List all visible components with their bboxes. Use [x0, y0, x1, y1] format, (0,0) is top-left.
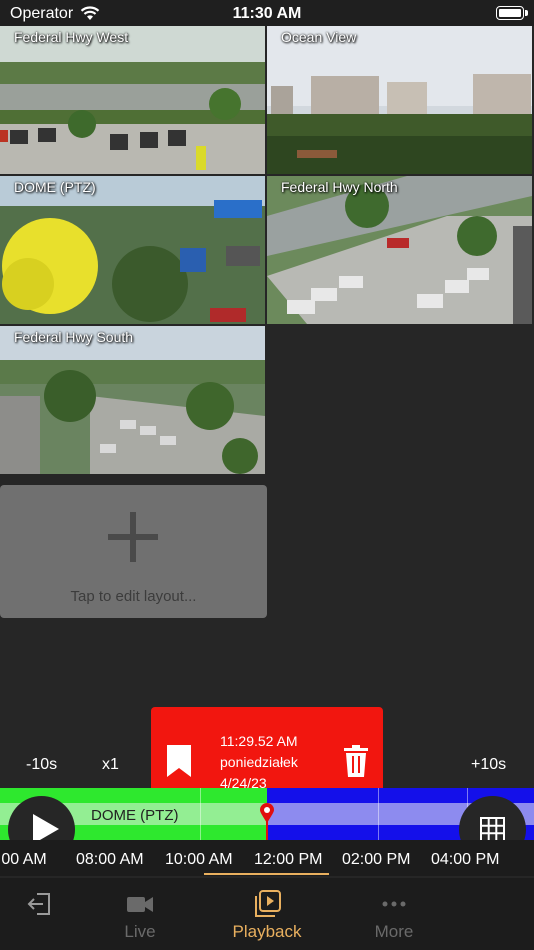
skip-forward-button[interactable]: +10s	[471, 756, 506, 774]
bookmark-popup: 11:29.52 AM poniedziałek 4/24/23	[151, 707, 383, 794]
playhead-marker-icon[interactable]	[259, 803, 275, 823]
camera-feed-image	[267, 26, 532, 174]
edit-layout-hint: Tap to edit layout...	[70, 588, 197, 605]
tab-playback[interactable]: Playback	[212, 878, 322, 950]
camera-label: Ocean View	[281, 29, 357, 45]
time-tick: 10:00 AM	[165, 851, 233, 868]
camera-tile-ocean-view[interactable]: Ocean View	[267, 26, 532, 174]
timeline-gridline	[200, 788, 201, 840]
tab-live[interactable]: Live	[85, 878, 195, 950]
playback-speed-button[interactable]: x1	[102, 756, 119, 774]
edit-layout-tile[interactable]: Tap to edit layout...	[0, 485, 267, 618]
timeline-camera-label: DOME (PTZ)	[91, 807, 179, 824]
timeline-gridline	[378, 788, 379, 840]
more-icon	[382, 901, 406, 907]
plus-icon	[108, 512, 158, 562]
selected-range-indicator	[204, 873, 329, 875]
logout-icon	[27, 893, 50, 915]
camera-feed-image	[0, 26, 265, 174]
tab-more[interactable]: More	[339, 878, 449, 950]
time-tick: 04:00 PM	[431, 851, 500, 868]
skip-back-button[interactable]: -10s	[26, 756, 57, 774]
camera-label: Federal Hwy North	[281, 179, 398, 195]
camera-label: Federal Hwy South	[14, 329, 134, 345]
status-bar: Operator 11:30 AM	[0, 0, 534, 26]
camera-feed-image	[0, 176, 265, 324]
tab-label: Live	[124, 922, 156, 941]
playback-icon	[255, 890, 281, 917]
time-axis[interactable]: 6:00 AM 08:00 AM 10:00 AM 12:00 PM 02:00…	[0, 840, 534, 876]
time-tick: 6:00 AM	[0, 851, 47, 868]
bookmark-icon[interactable]	[167, 745, 191, 777]
time-tick: 08:00 AM	[76, 851, 144, 868]
tab-bar: Live Playback More	[0, 878, 534, 950]
camera-feed-image	[0, 326, 265, 474]
camera-tile-federal-hwy-west[interactable]: Federal Hwy West	[0, 26, 265, 174]
trash-icon[interactable]	[344, 745, 368, 777]
time-tick: 02:00 PM	[342, 851, 411, 868]
tab-label: More	[374, 922, 414, 941]
camera-tile-dome-ptz[interactable]: DOME (PTZ)	[0, 176, 265, 324]
camera-label: DOME (PTZ)	[14, 179, 96, 195]
status-time: 11:30 AM	[232, 5, 302, 22]
tab-label: Playback	[232, 922, 302, 941]
tab-logout[interactable]	[0, 878, 94, 950]
video-camera-icon	[127, 897, 153, 912]
camera-tile-federal-hwy-north[interactable]: Federal Hwy North	[267, 176, 532, 324]
battery-icon	[496, 6, 528, 20]
camera-tile-federal-hwy-south[interactable]: Federal Hwy South	[0, 326, 265, 474]
camera-feed-image	[267, 176, 532, 324]
bookmark-day: poniedziałek	[220, 754, 298, 770]
bookmark-time: 11:29.52 AM	[220, 733, 298, 749]
bookmark-info: 11:29.52 AM poniedziałek 4/24/23	[220, 731, 298, 794]
grid-icon	[480, 817, 505, 842]
time-tick: 12:00 PM	[254, 851, 323, 868]
camera-label: Federal Hwy West	[14, 29, 129, 45]
